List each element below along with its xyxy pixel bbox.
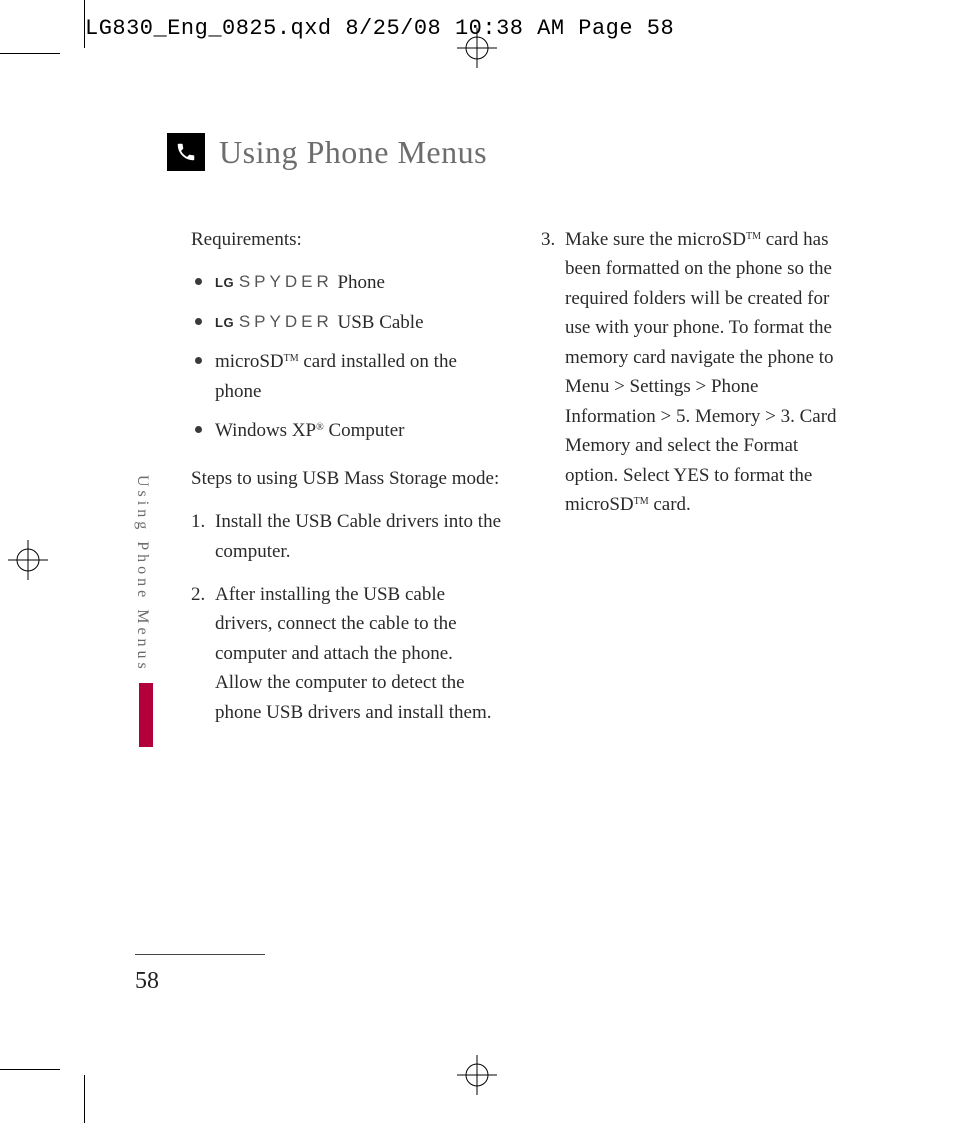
steps-list-left: 1. Install the USB Cable drivers into th… xyxy=(191,507,501,727)
req-text: Windows XP xyxy=(215,420,316,441)
requirements-list: LG SPYDER Phone LG SPYDER USB Cable micr… xyxy=(191,268,501,445)
step-text: card has been formatted on the phone so … xyxy=(565,229,837,515)
req-text: Computer xyxy=(324,420,405,441)
brand-lg: LG xyxy=(215,275,234,290)
side-tab-bar xyxy=(139,683,153,747)
brand-model: SPYDER xyxy=(239,312,333,331)
section-title: Using Phone Menus xyxy=(219,134,487,171)
brand-model: SPYDER xyxy=(239,272,333,291)
list-item: 3. Make sure the microSDTM card has been… xyxy=(541,225,851,519)
side-tab-label: Using Phone Menus xyxy=(133,475,151,673)
steps-list-right: 3. Make sure the microSDTM card has been… xyxy=(541,225,851,519)
list-item: LG SPYDER USB Cable xyxy=(191,308,501,337)
req-text: microSD xyxy=(215,351,284,372)
step-text: Make sure the microSD xyxy=(565,229,746,250)
body-columns: Requirements: LG SPYDER Phone LG SPYDER … xyxy=(191,225,851,741)
req-suffix: USB Cable xyxy=(333,312,424,333)
column-left: Requirements: LG SPYDER Phone LG SPYDER … xyxy=(191,225,501,741)
step-number: 1. xyxy=(191,507,205,536)
trademark: TM xyxy=(634,496,649,507)
section-title-row: Using Phone Menus xyxy=(167,133,487,171)
page-content: Using Phone Menus Using Phone Menus Requ… xyxy=(85,55,885,1055)
requirements-heading: Requirements: xyxy=(191,225,501,254)
req-suffix: Phone xyxy=(333,272,385,293)
footer-rule xyxy=(135,954,265,955)
trademark: TM xyxy=(284,353,299,364)
brand-lg: LG xyxy=(215,315,234,330)
step-text: card. xyxy=(649,494,691,515)
step-text: After installing the USB cable drivers, … xyxy=(215,584,492,723)
list-item: LG SPYDER Phone xyxy=(191,268,501,297)
step-number: 2. xyxy=(191,580,205,609)
step-text: Install the USB Cable drivers into the c… xyxy=(215,511,501,561)
trademark: ® xyxy=(316,422,324,433)
list-item: 2. After installing the USB cable driver… xyxy=(191,580,501,727)
registration-mark-icon xyxy=(8,540,48,580)
list-item: microSDTM card installed on the phone xyxy=(191,347,501,406)
column-right: 3. Make sure the microSDTM card has been… xyxy=(541,225,851,741)
crop-mark xyxy=(0,53,60,54)
page-number: 58 xyxy=(135,968,159,995)
crop-mark xyxy=(0,1069,60,1070)
list-item: Windows XP® Computer xyxy=(191,416,501,445)
side-tab: Using Phone Menus xyxy=(133,475,159,747)
phone-icon xyxy=(167,133,205,171)
trademark: TM xyxy=(746,231,761,242)
step-number: 3. xyxy=(541,225,555,254)
registration-mark-icon xyxy=(457,1055,497,1095)
steps-heading: Steps to using USB Mass Storage mode: xyxy=(191,464,501,493)
list-item: 1. Install the USB Cable drivers into th… xyxy=(191,507,501,566)
crop-mark xyxy=(84,1075,85,1123)
print-slug: LG830_Eng_0825.qxd 8/25/08 10:38 AM Page… xyxy=(85,16,674,41)
